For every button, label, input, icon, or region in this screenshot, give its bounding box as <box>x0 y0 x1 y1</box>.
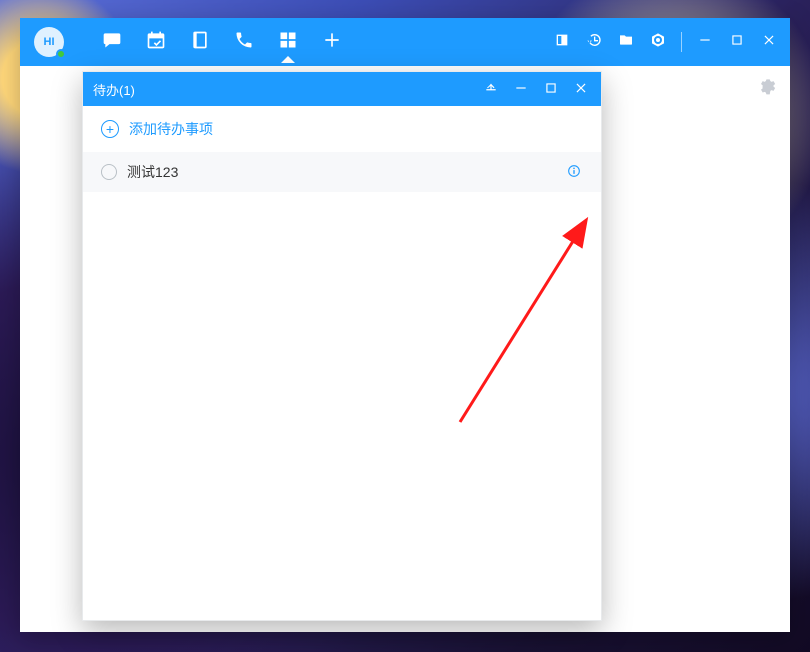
panel-header: 待办(1) <box>83 72 601 106</box>
window-close[interactable] <box>758 31 780 53</box>
main-body: 待办(1) <box>20 66 790 632</box>
maximize-icon <box>544 81 558 98</box>
nav-apps[interactable] <box>274 22 302 62</box>
avatar[interactable]: HI <box>34 27 64 57</box>
panel-maximize[interactable] <box>541 79 561 99</box>
nav-call[interactable] <box>230 22 258 62</box>
hex-settings-icon <box>650 32 666 53</box>
info-icon <box>566 163 582 182</box>
header-bar: HI <box>20 18 790 66</box>
folder-icon <box>618 32 634 53</box>
panel-close[interactable] <box>571 79 591 99</box>
nav-notes[interactable] <box>186 22 214 62</box>
plus-circle-icon: + <box>101 120 119 138</box>
add-todo-row[interactable]: + 添加待办事项 <box>83 106 601 152</box>
task-checkbox[interactable] <box>101 164 117 180</box>
panel-minimize[interactable] <box>511 79 531 99</box>
tool-collect[interactable] <box>551 31 573 53</box>
nav-calendar[interactable] <box>142 22 170 62</box>
main-window: HI <box>20 18 790 632</box>
tool-settings-hex[interactable] <box>647 31 669 53</box>
nav-add[interactable] <box>318 22 346 62</box>
panel-body: + 添加待办事项 测试123 <box>83 106 601 192</box>
bookmark-icon <box>554 32 570 53</box>
nav-bar <box>98 18 346 66</box>
panel-controls <box>481 79 591 99</box>
window-maximize[interactable] <box>726 31 748 53</box>
avatar-label: HI <box>44 36 55 48</box>
close-icon <box>574 81 588 98</box>
todo-panel: 待办(1) <box>82 71 602 621</box>
minimize-icon <box>514 81 528 98</box>
settings-button[interactable] <box>756 76 776 101</box>
notes-icon <box>190 30 210 55</box>
close-icon <box>762 33 776 52</box>
phone-icon <box>234 30 254 55</box>
apps-grid-icon <box>278 30 298 55</box>
calendar-check-icon <box>146 30 166 55</box>
add-todo-label: 添加待办事项 <box>129 119 213 139</box>
minimize-icon <box>698 33 712 52</box>
plus-icon <box>322 30 342 55</box>
panel-title: 待办(1) <box>93 80 135 99</box>
tool-files[interactable] <box>615 31 637 53</box>
history-icon <box>586 32 602 53</box>
separator <box>681 32 682 52</box>
chat-icon <box>102 30 122 55</box>
task-info-button[interactable] <box>565 163 583 181</box>
window-minimize[interactable] <box>694 31 716 53</box>
panel-pin[interactable] <box>481 79 501 99</box>
status-online-dot <box>56 49 66 59</box>
task-title: 测试123 <box>127 162 178 182</box>
gear-icon <box>756 83 776 100</box>
pin-icon <box>484 81 498 98</box>
tool-history[interactable] <box>583 31 605 53</box>
task-row[interactable]: 测试123 <box>83 152 601 192</box>
nav-chat[interactable] <box>98 22 126 62</box>
header-right-tools <box>551 18 784 66</box>
maximize-icon <box>730 33 744 52</box>
